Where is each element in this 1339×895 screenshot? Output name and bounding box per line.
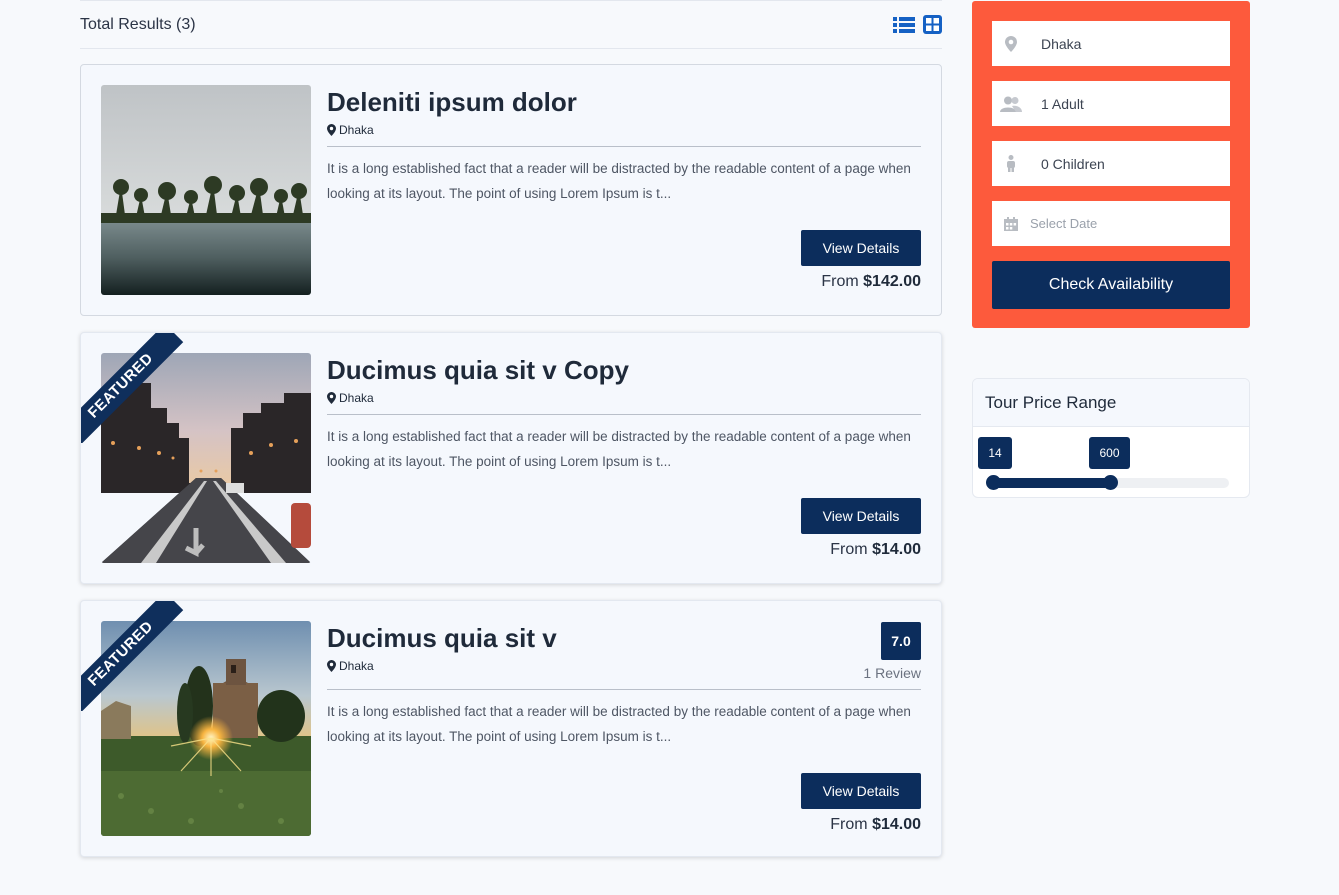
- location-field[interactable]: Dhaka: [992, 21, 1230, 66]
- card-divider: [327, 689, 921, 690]
- range-fill: [988, 478, 1110, 488]
- tour-title[interactable]: Deleniti ipsum dolor: [327, 87, 577, 118]
- children-value: 0 Children: [1041, 155, 1105, 172]
- tour-price: From $14.00: [830, 816, 921, 834]
- map-marker-icon: [992, 35, 1030, 52]
- results-header: Total Results (3): [80, 0, 942, 49]
- view-details-button[interactable]: View Details: [801, 773, 921, 809]
- price-value: $14.00: [872, 541, 921, 558]
- adults-field[interactable]: 1 Adult: [992, 81, 1230, 126]
- check-availability-button[interactable]: Check Availability: [992, 261, 1230, 309]
- range-max-handle[interactable]: [1103, 475, 1118, 490]
- range-max-label: 600: [1089, 437, 1130, 469]
- tour-location-label: Dhaka: [339, 659, 374, 673]
- booking-form: Dhaka 1 Adult 0 Children Select Date Che…: [972, 1, 1250, 328]
- card-divider: [327, 146, 921, 147]
- child-icon: [992, 155, 1030, 172]
- range-min-label: 14: [978, 437, 1012, 469]
- price-prefix: From: [830, 816, 868, 833]
- featured-label: FEATURED: [81, 601, 184, 711]
- price-value: $142.00: [863, 273, 921, 290]
- tour-location: Dhaka: [327, 123, 374, 137]
- list-view-icon[interactable]: [893, 16, 915, 34]
- total-results-label: Total Results (3): [80, 15, 196, 33]
- card-divider: [327, 414, 921, 415]
- tour-image-beach[interactable]: [101, 85, 311, 295]
- review-count[interactable]: 1 Review: [863, 665, 921, 681]
- grid-view-icon[interactable]: [923, 15, 942, 34]
- tour-description: It is a long established fact that a rea…: [327, 161, 911, 201]
- location-value: Dhaka: [1041, 35, 1082, 52]
- price-prefix: From: [821, 273, 859, 290]
- tour-title[interactable]: Ducimus quia sit v: [327, 623, 557, 654]
- tour-location-label: Dhaka: [339, 391, 374, 405]
- date-placeholder: Select Date: [1030, 216, 1098, 231]
- tour-location-label: Dhaka: [339, 123, 374, 137]
- rating-badge: 7.0: [881, 622, 921, 660]
- tour-card: FEATURED: [80, 332, 942, 584]
- users-icon: [992, 96, 1030, 112]
- children-field[interactable]: 0 Children: [992, 141, 1230, 186]
- view-toggles: [893, 15, 942, 34]
- tour-location: Dhaka: [327, 391, 374, 405]
- tour-card: FEATURED: [80, 600, 942, 857]
- view-details-button[interactable]: View Details: [801, 230, 921, 266]
- tour-description: It is a long established fact that a rea…: [327, 704, 911, 744]
- tour-title[interactable]: Ducimus quia sit v Copy: [327, 355, 629, 386]
- price-prefix: From: [830, 541, 868, 558]
- featured-label: FEATURED: [81, 333, 184, 443]
- calendar-icon: [992, 216, 1030, 231]
- map-pin-icon: [327, 660, 336, 672]
- tour-price: From $142.00: [821, 273, 921, 291]
- tour-location: Dhaka: [327, 659, 374, 673]
- adults-value: 1 Adult: [1041, 95, 1084, 112]
- price-range-widget: Tour Price Range 14 600: [972, 378, 1250, 498]
- featured-ribbon: FEATURED: [81, 601, 191, 711]
- map-pin-icon: [327, 124, 336, 136]
- price-value: $14.00: [872, 816, 921, 833]
- featured-ribbon: FEATURED: [81, 333, 191, 443]
- tour-price: From $14.00: [830, 541, 921, 559]
- tour-card: Deleniti ipsum dolor Dhaka It is a long …: [80, 64, 942, 316]
- view-details-button[interactable]: View Details: [801, 498, 921, 534]
- map-pin-icon: [327, 392, 336, 404]
- price-range-title: Tour Price Range: [973, 379, 1249, 427]
- range-min-handle[interactable]: [986, 475, 1001, 490]
- date-field[interactable]: Select Date: [992, 201, 1230, 246]
- tour-description: It is a long established fact that a rea…: [327, 429, 911, 469]
